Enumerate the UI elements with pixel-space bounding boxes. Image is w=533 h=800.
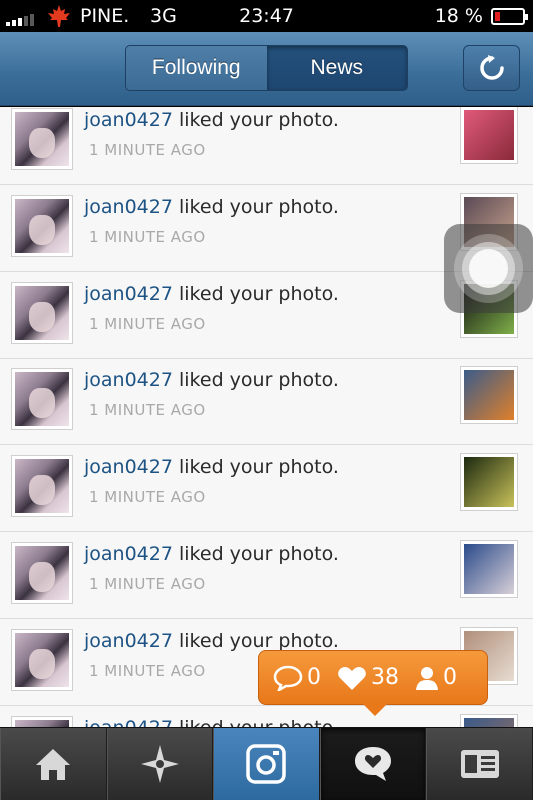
notification-text: joan0427 liked your photo.	[84, 196, 339, 218]
notification-row[interactable]: joan0427 liked your photo. 1 MINUTE AGO	[0, 533, 533, 619]
notification-row[interactable]: joan0427 liked your photo. 1 MINUTE AGO	[0, 107, 533, 185]
notification-text: joan0427 liked your photo.	[84, 543, 339, 565]
nav-header: Following News	[0, 32, 533, 106]
notification-action: liked your photo.	[179, 543, 339, 565]
refresh-button[interactable]	[463, 45, 520, 91]
status-bar: PINE. 3G 23:47 18 %	[0, 0, 533, 32]
notification-text: joan0427 liked your photo.	[84, 369, 339, 391]
battery-icon	[491, 8, 528, 25]
tab-news-activity[interactable]	[319, 728, 427, 800]
camera-icon	[246, 744, 287, 784]
refresh-icon	[479, 55, 504, 80]
notification-action: liked your photo.	[179, 717, 339, 727]
news-icon	[355, 747, 392, 781]
heart-icon	[338, 666, 366, 690]
liked-photo-thumbnail[interactable]	[461, 454, 517, 511]
liked-photo-thumbnail[interactable]	[461, 714, 517, 727]
user-avatar[interactable]	[12, 369, 72, 430]
notification-time: 1 MINUTE AGO	[89, 401, 206, 420]
notification-time: 1 MINUTE AGO	[89, 227, 206, 246]
username-link[interactable]: joan0427	[84, 369, 173, 391]
notification-text: joan0427 liked your photo.	[84, 283, 339, 305]
activity-bubble[interactable]: 0 38 0	[258, 650, 488, 716]
tab-profile[interactable]	[426, 728, 533, 800]
notification-time: 1 MINUTE AGO	[89, 141, 206, 159]
comment-icon	[273, 665, 303, 691]
assistive-touch-button[interactable]	[444, 224, 533, 313]
notification-action: liked your photo.	[179, 195, 339, 218]
tab-following[interactable]: Following	[126, 46, 267, 90]
user-avatar[interactable]	[12, 629, 72, 690]
profile-icon	[460, 750, 499, 778]
notification-action: liked your photo.	[179, 369, 339, 392]
like-count: 38	[371, 665, 399, 690]
follow-count: 0	[443, 665, 457, 690]
feed-segmented-control: Following News	[125, 45, 408, 91]
liked-photo-thumbnail[interactable]	[461, 367, 517, 424]
liked-photo-thumbnail[interactable]	[461, 541, 517, 597]
user-avatar[interactable]	[12, 543, 72, 603]
username-link[interactable]: joan0427	[84, 283, 173, 305]
notification-text: joan0427 liked your photo.	[84, 630, 339, 652]
battery-percent: 18 %	[434, 5, 483, 27]
notification-action: liked your photo.	[179, 282, 339, 305]
tab-home[interactable]	[0, 728, 107, 800]
notification-text: joan0427 liked your photo.	[84, 456, 339, 478]
username-link[interactable]: joan0427	[84, 456, 173, 478]
username-link[interactable]: joan0427	[84, 630, 173, 652]
user-avatar[interactable]	[12, 456, 72, 517]
user-avatar[interactable]	[12, 282, 72, 343]
notification-row[interactable]: joan0427 liked your photo. 1 MINUTE AGO	[0, 359, 533, 446]
explore-icon	[140, 745, 179, 783]
user-avatar[interactable]	[12, 109, 72, 169]
notification-text: joan0427 liked your photo.	[84, 109, 339, 131]
news-feed-list: joan0427 liked your photo. 1 MINUTE AGO jo…	[0, 107, 533, 727]
home-icon	[36, 749, 71, 780]
liked-photo-thumbnail[interactable]	[461, 107, 517, 163]
notification-row[interactable]: joan0427 liked your photo. 1 MINUTE AGO	[0, 446, 533, 533]
comment-count: 0	[307, 665, 321, 690]
follower-icon	[416, 666, 438, 690]
notification-action: liked your photo.	[179, 456, 339, 479]
username-link[interactable]: joan0427	[84, 109, 173, 131]
bottom-tab-bar	[0, 727, 533, 800]
notification-time: 1 MINUTE AGO	[89, 488, 206, 507]
notification-text: joan0427 liked your photo.	[84, 717, 339, 727]
notification-action: liked your photo.	[179, 629, 339, 652]
tab-explore[interactable]	[106, 728, 214, 800]
user-avatar[interactable]	[12, 195, 72, 256]
notification-row[interactable]: joan0427 liked your photo.1 MINUTE AGO	[0, 706, 533, 727]
user-avatar[interactable]	[12, 716, 72, 727]
notification-time: 1 MINUTE AGO	[89, 575, 206, 593]
username-link[interactable]: joan0427	[84, 196, 173, 218]
username-link[interactable]: joan0427	[84, 717, 173, 727]
notification-time: 1 MINUTE AGO	[89, 314, 206, 333]
tab-camera[interactable]	[213, 728, 320, 800]
notification-time: 1 MINUTE AGO	[89, 661, 206, 680]
notification-action: liked your photo.	[179, 109, 339, 131]
tab-news[interactable]: News	[266, 46, 407, 90]
username-link[interactable]: joan0427	[84, 543, 173, 565]
